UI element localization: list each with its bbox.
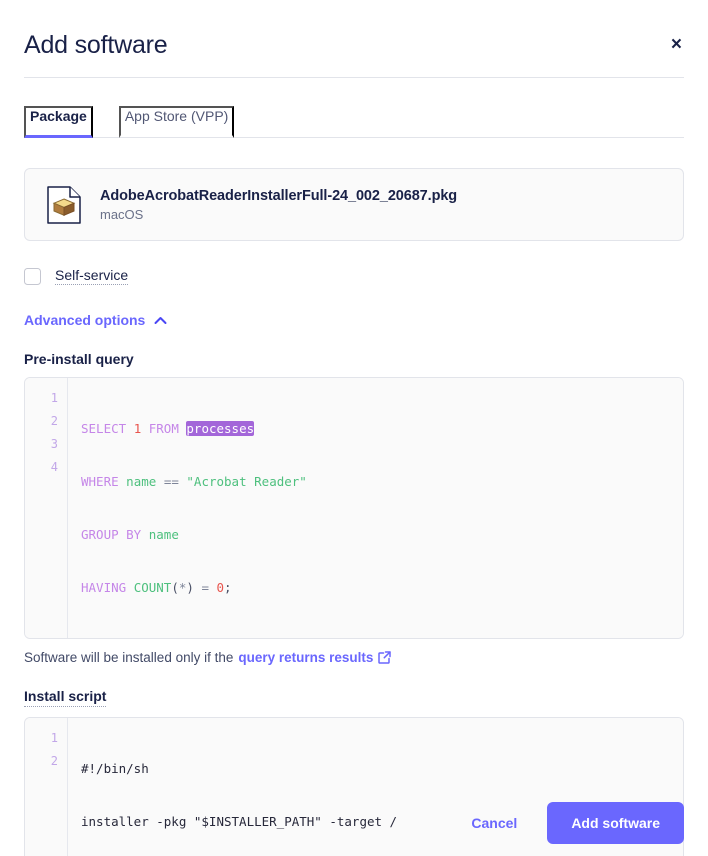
page-title: Add software [24,31,168,59]
line-number-gutter: 1 2 3 4 [25,378,68,638]
pre-install-query-helper: Software will be installed only if the q… [24,650,684,665]
line-number-gutter: 1 2 [25,718,68,856]
close-icon[interactable]: × [669,32,684,58]
add-software-button[interactable]: Add software [547,802,684,844]
helper-text: Software will be installed only if the [24,650,234,665]
tab-list: Package App Store (VPP) [24,106,684,138]
advanced-options-toggle[interactable]: Advanced options [24,312,167,328]
pre-install-query-label: Pre-install query [24,351,134,367]
package-platform: macOS [100,206,144,222]
self-service-row: Self-service [24,267,684,285]
modal-footer: Cancel Add software [465,802,684,844]
line-number: 1 [50,391,58,405]
tab-package[interactable]: Package [24,106,93,138]
code-line: SELECT 1 FROM processes [81,421,255,436]
line-number: 3 [50,437,58,451]
package-file-icon [47,185,81,224]
code-line: HAVING COUNT(*) = 0; [81,580,232,595]
tab-app-store-vpp[interactable]: App Store (VPP) [118,106,235,138]
add-software-modal: Add software × Package App Store (VPP) A… [0,0,708,856]
self-service-label: Self-service [55,267,129,285]
code-line: WHERE name == "Acrobat Reader" [81,474,307,489]
external-link-icon[interactable] [378,651,392,664]
package-details: AdobeAcrobatReaderInstallerFull-24_002_2… [100,188,457,222]
line-number: 2 [50,754,58,768]
line-number: 1 [50,731,58,745]
code-line: #!/bin/sh [81,761,149,776]
line-number: 2 [50,414,58,428]
selected-package-card: AdobeAcrobatReaderInstallerFull-24_002_2… [24,168,684,241]
line-number: 4 [50,460,58,474]
sql-code-content[interactable]: SELECT 1 FROM processes WHERE name == "A… [68,378,683,638]
self-service-checkbox[interactable] [24,267,41,285]
pre-install-query-editor[interactable]: 1 2 3 4 SELECT 1 FROM processes WHERE na… [24,377,684,639]
package-name: AdobeAcrobatReaderInstallerFull-24_002_2… [100,187,458,204]
code-line: GROUP BY name [81,527,179,542]
cancel-button[interactable]: Cancel [465,805,523,841]
query-returns-results-link[interactable]: query returns results [238,650,373,665]
chevron-up-icon [154,316,167,324]
advanced-options-label: Advanced options [24,312,146,328]
modal-header: Add software × [24,0,684,78]
install-script-label: Install script [24,688,107,707]
